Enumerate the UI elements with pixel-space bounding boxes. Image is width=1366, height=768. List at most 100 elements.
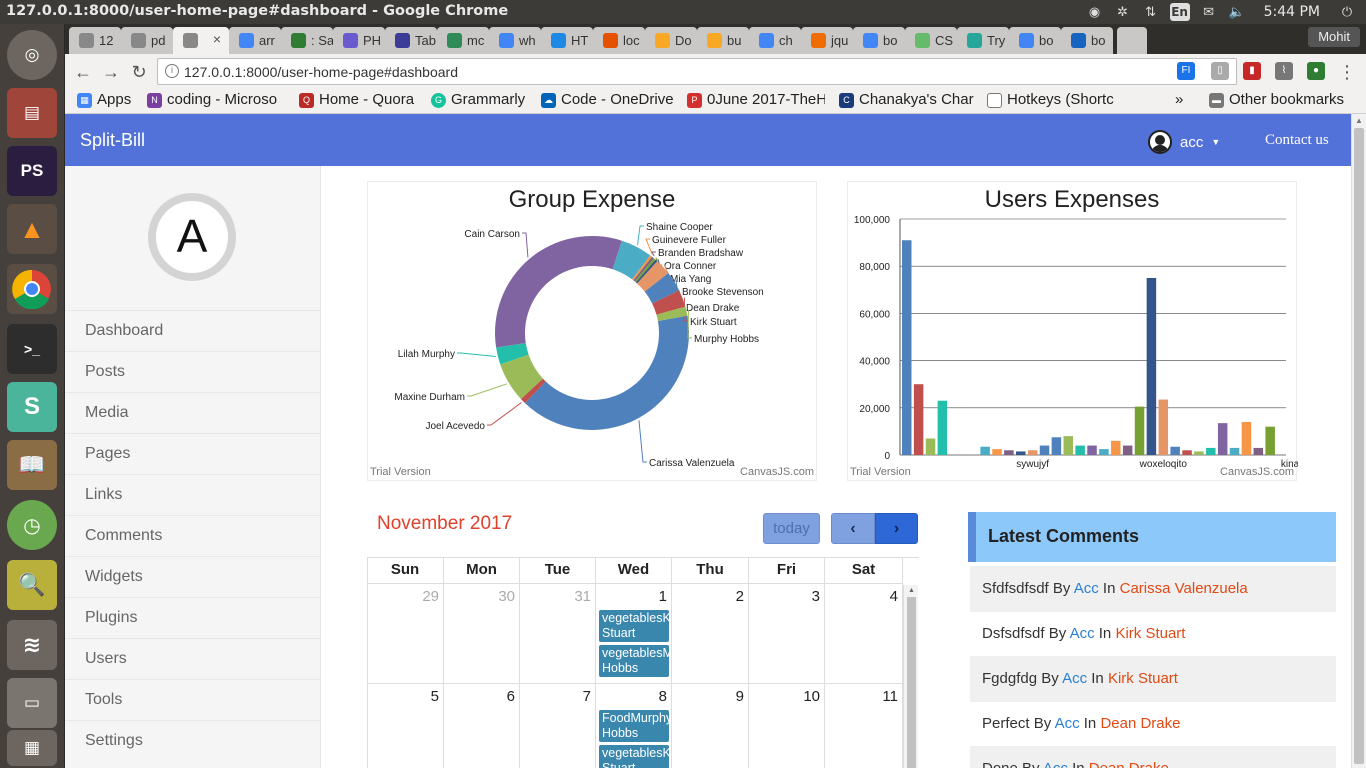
browser-tab[interactable]: bu xyxy=(697,27,749,54)
browser-tab[interactable]: 12 xyxy=(69,27,121,54)
pie-slice[interactable] xyxy=(525,315,689,430)
comment-author-link[interactable]: Acc xyxy=(1055,715,1080,732)
comment-author-link[interactable]: Acc xyxy=(1043,760,1068,768)
browser-tab[interactable]: CS xyxy=(905,27,957,54)
browser-tab[interactable]: jqu xyxy=(801,27,853,54)
chrome-icon[interactable] xyxy=(7,264,57,314)
bar[interactable] xyxy=(1170,446,1180,455)
brand-link[interactable]: Split-Bill xyxy=(80,130,145,151)
bookmark-grammarly[interactable]: G Grammarly xyxy=(429,91,539,111)
bar[interactable] xyxy=(1075,445,1085,455)
comment-group-link[interactable]: Dean Drake xyxy=(1089,760,1169,768)
browser-tab[interactable]: bo xyxy=(1061,27,1113,54)
tab-close-icon[interactable]: × xyxy=(213,31,221,47)
browser-tab[interactable]: bo xyxy=(853,27,905,54)
back-icon[interactable]: ← xyxy=(71,60,95,84)
extension-fi-icon[interactable]: FI xyxy=(1177,62,1195,80)
slack-icon[interactable]: S xyxy=(7,382,57,432)
browser-tab[interactable]: HT xyxy=(541,27,593,54)
bookmark-onedrive[interactable]: ☁ Code - OneDrive xyxy=(539,91,679,111)
browser-tab[interactable]: wh xyxy=(489,27,541,54)
sidebar-item-pages[interactable]: Pages xyxy=(65,433,321,474)
bar[interactable] xyxy=(1182,450,1192,455)
bar[interactable] xyxy=(1229,447,1240,455)
calendar-day-cell[interactable]: 4 xyxy=(825,584,903,684)
extension-pdf-icon[interactable]: ▮ xyxy=(1243,62,1261,80)
calendar-day-cell[interactable]: 9 xyxy=(672,684,749,768)
extension-new-icon[interactable]: ● xyxy=(1307,62,1325,80)
timer-icon[interactable]: ◷ xyxy=(7,500,57,550)
sidebar-item-widgets[interactable]: Widgets xyxy=(65,556,321,597)
bar[interactable] xyxy=(1063,436,1074,455)
browser-tab[interactable]: PH xyxy=(333,27,385,54)
bar[interactable] xyxy=(1087,445,1097,455)
bar[interactable] xyxy=(925,438,936,455)
trash-icon[interactable]: ▦ xyxy=(7,730,57,766)
scroll-up-icon[interactable]: ▲ xyxy=(1355,116,1363,125)
browser-tab[interactable]: × xyxy=(173,27,229,55)
sidebar-item-tools[interactable]: Tools xyxy=(65,679,321,720)
power-icon[interactable]: ⏻ xyxy=(1338,3,1356,21)
bar[interactable] xyxy=(1016,451,1026,455)
calendar-day-cell[interactable]: 11 xyxy=(825,684,903,768)
new-tab-button[interactable] xyxy=(1117,27,1147,54)
sidebar-item-posts[interactable]: Posts xyxy=(65,351,321,392)
bar[interactable] xyxy=(1146,278,1157,455)
page-scroll-thumb[interactable] xyxy=(1354,128,1364,764)
bar[interactable] xyxy=(1039,445,1050,455)
calendar-day-cell[interactable]: 5 xyxy=(367,684,444,768)
next-month-button[interactable]: › xyxy=(875,513,918,544)
bar[interactable] xyxy=(1111,440,1121,455)
extension-wifi-icon[interactable]: ⌇ xyxy=(1275,62,1293,80)
clock[interactable]: 5:44 PM xyxy=(1264,4,1320,20)
calendar-scrollbar[interactable]: ▲ xyxy=(903,585,918,768)
bar[interactable] xyxy=(1206,447,1216,455)
calendar-event[interactable]: vegetablesKirk Stuart xyxy=(599,610,669,642)
comment-group-link[interactable]: Carissa Valenzuela xyxy=(1120,580,1248,597)
calendar-event[interactable]: vegetablesKirk Stuart xyxy=(599,745,669,768)
calendar-day-cell[interactable]: 30 xyxy=(444,584,520,684)
other-bookmarks[interactable]: ▬ Other bookmarks xyxy=(1207,91,1366,111)
canvasjs-credit[interactable]: CanvasJS.com xyxy=(740,466,814,478)
bar[interactable] xyxy=(1134,406,1145,455)
bar[interactable] xyxy=(1158,399,1169,455)
phpstorm-icon[interactable]: PS xyxy=(7,146,57,196)
sidebar-item-links[interactable]: Links xyxy=(65,474,321,515)
settings-icon[interactable]: ✲ xyxy=(1114,3,1132,21)
bookmark-june-2017[interactable]: P 0June 2017-TheH xyxy=(685,91,825,111)
bar[interactable] xyxy=(1027,450,1038,455)
user-menu[interactable]: acc ▼ xyxy=(1148,130,1220,154)
network-transfer-icon[interactable]: ⇅ xyxy=(1142,3,1160,21)
bar[interactable] xyxy=(1122,445,1133,455)
browser-tab[interactable]: ch xyxy=(749,27,801,54)
calendar-day-cell[interactable]: 3 xyxy=(749,584,825,684)
scroll-up-icon[interactable]: ▲ xyxy=(908,587,915,594)
bookmarks-overflow-icon[interactable]: » xyxy=(1175,91,1195,111)
sidebar-item-plugins[interactable]: Plugins xyxy=(65,597,321,638)
browser-tab[interactable]: Tab xyxy=(385,27,437,54)
calendar-day-cell[interactable]: 7 xyxy=(520,684,596,768)
bar[interactable] xyxy=(980,446,990,455)
forward-icon[interactable]: → xyxy=(99,60,123,84)
ubuntu-dash-icon[interactable]: ◎ xyxy=(7,30,57,80)
bookmark-coding[interactable]: Ncoding - Microso xyxy=(145,91,285,111)
calendar-event[interactable]: vegetablesMurphy Hobbs xyxy=(599,645,669,677)
search-tool-icon[interactable]: 🔍 xyxy=(7,560,57,610)
browser-tab[interactable]: Try xyxy=(957,27,1009,54)
bookmark-chanakya[interactable]: C Chanakya's Char xyxy=(837,91,977,111)
canvasjs-credit[interactable]: CanvasJS.com xyxy=(1220,466,1294,478)
bar[interactable] xyxy=(937,400,948,455)
printer-icon[interactable]: ▭ xyxy=(7,678,57,728)
profile-button[interactable]: Mohit xyxy=(1308,27,1360,47)
file-manager-icon[interactable]: ▤ xyxy=(7,88,57,138)
bar[interactable] xyxy=(913,384,924,455)
sidebar-item-settings[interactable]: Settings xyxy=(65,720,321,761)
bookmark-quora[interactable]: Q Home - Quora xyxy=(297,91,419,111)
calendar-event[interactable]: FoodMurphy Hobbs xyxy=(599,710,669,742)
comment-author-link[interactable]: Acc xyxy=(1062,670,1087,687)
sidebar-item-dashboard[interactable]: Dashboard xyxy=(65,310,321,351)
bar[interactable] xyxy=(1253,447,1264,455)
comment-author-link[interactable]: Acc xyxy=(1070,625,1095,642)
page-scrollbar[interactable]: ▲ xyxy=(1351,114,1366,768)
calendar-day-cell[interactable]: 29 xyxy=(367,584,444,684)
